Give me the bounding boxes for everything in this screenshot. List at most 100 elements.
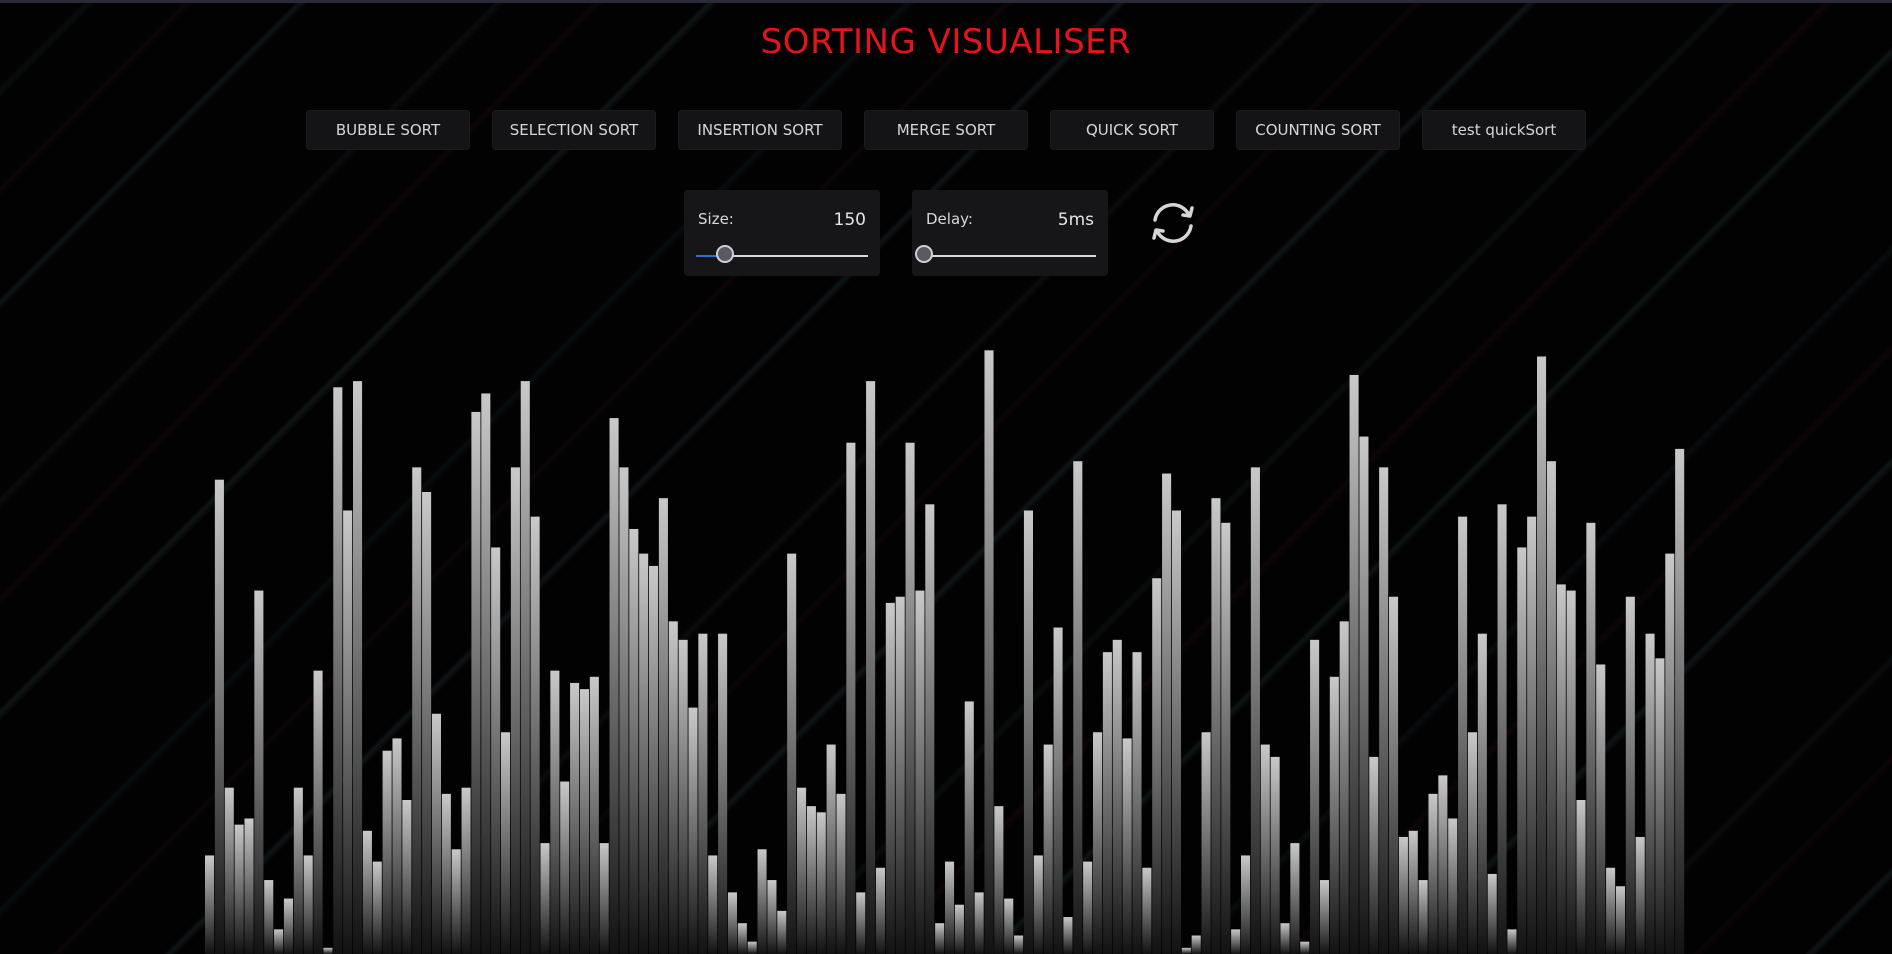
array-bar [530, 516, 540, 954]
array-bar [1537, 356, 1547, 954]
array-bar [1645, 633, 1655, 954]
array-bar [451, 849, 461, 954]
array-bar [244, 818, 254, 954]
array-bar [422, 492, 432, 954]
array-bar [431, 713, 441, 954]
array-bar [234, 824, 244, 954]
array-bar [1556, 584, 1566, 954]
array-bar [1546, 461, 1556, 954]
array-bar [1369, 756, 1379, 954]
array-bar [1379, 467, 1389, 954]
array-bar [1625, 596, 1635, 954]
array-bar [550, 670, 560, 954]
array-bar [895, 596, 905, 954]
array-bar [797, 787, 807, 954]
array-bar [283, 898, 293, 954]
array-bar [1665, 553, 1675, 954]
array-bar [1319, 880, 1329, 954]
array-bar [1004, 898, 1014, 954]
array-bar [214, 479, 224, 954]
array-bar [836, 793, 846, 954]
array-bar [1122, 738, 1132, 954]
array-bar [1260, 744, 1270, 954]
array-bar [274, 929, 284, 954]
array-bar [1270, 756, 1280, 954]
array-bar [1448, 818, 1458, 954]
array-bar [1221, 522, 1231, 954]
array-bar [540, 843, 550, 954]
array-bar [1527, 516, 1537, 954]
array-bar [935, 923, 945, 954]
array-bar [1359, 436, 1369, 954]
array-bar [1181, 947, 1191, 954]
array-bar [1576, 800, 1586, 954]
array-bar [1418, 880, 1428, 954]
array-bar [954, 904, 964, 954]
array-bar [1300, 941, 1310, 954]
array-bar [816, 812, 826, 954]
array-bar [1596, 664, 1606, 954]
array-bar [668, 621, 678, 954]
array-bar [1635, 836, 1645, 954]
bars-chart [205, 350, 1685, 954]
array-bar [994, 806, 1004, 954]
array-bar [570, 682, 580, 954]
array-bar [1428, 793, 1438, 954]
array-bar [412, 467, 422, 954]
array-bar [1132, 652, 1142, 954]
array-bar [727, 892, 737, 954]
array-bar [1615, 886, 1625, 954]
array-bar [1566, 590, 1576, 954]
array-bar [757, 849, 767, 954]
array-bar [224, 787, 234, 954]
array-bar [1201, 732, 1211, 954]
array-bar [1162, 473, 1172, 954]
array-bar [303, 855, 313, 954]
array-bar [688, 707, 698, 954]
array-bar [866, 381, 876, 954]
array-bar [1152, 578, 1162, 954]
array-bar [767, 880, 777, 954]
array-bar [1063, 917, 1073, 954]
array-bar [1458, 516, 1468, 954]
array-bar [1655, 658, 1665, 954]
array-bar [826, 744, 836, 954]
array-bar [293, 787, 303, 954]
array-bar [1043, 744, 1053, 954]
array-bar [708, 855, 718, 954]
array-bar [510, 467, 520, 954]
array-bar [1231, 929, 1241, 954]
array-bar [372, 861, 382, 954]
array-bar [254, 590, 264, 954]
array-bar [1477, 633, 1487, 954]
array-bar [1023, 510, 1033, 954]
array-bar [619, 467, 629, 954]
array-bar [501, 732, 511, 954]
array-bar [343, 510, 353, 954]
array-bar [264, 880, 274, 954]
array-bar [1073, 461, 1083, 954]
array-bar [362, 830, 372, 954]
array-bar [1280, 923, 1290, 954]
array-bar [481, 393, 491, 954]
array-bar [984, 350, 994, 954]
array-bar [1171, 510, 1181, 954]
array-bar [1606, 867, 1616, 954]
array-bar [1083, 861, 1093, 954]
array-bar [1467, 732, 1477, 954]
array-bar [658, 498, 668, 954]
array-bar [787, 553, 797, 954]
array-bar [589, 676, 599, 954]
array-bar [678, 639, 688, 954]
array-bar [1329, 676, 1339, 954]
array-bar [649, 565, 659, 954]
array-bar [441, 793, 451, 954]
array-bar [718, 633, 728, 954]
array-bar [875, 867, 885, 954]
array-bar [1398, 836, 1408, 954]
array-bar [1102, 652, 1112, 954]
array-bar [1033, 855, 1043, 954]
array-bar [905, 442, 915, 954]
array-bar [629, 528, 639, 954]
array-bar [1250, 467, 1260, 954]
